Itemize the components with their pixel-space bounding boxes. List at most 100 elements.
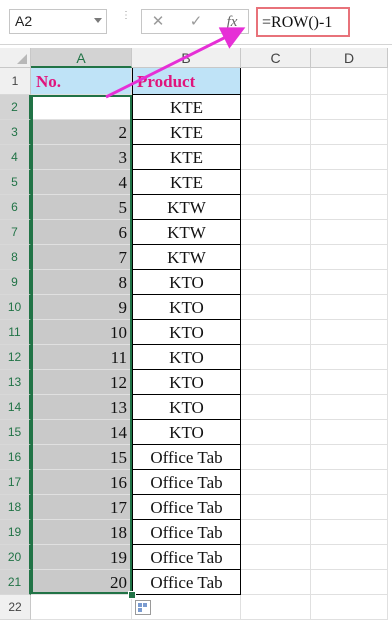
- drag-handle-icon[interactable]: ⋮: [121, 11, 131, 31]
- row-header-6[interactable]: 6: [0, 195, 31, 220]
- cell-d16[interactable]: [311, 445, 388, 470]
- row-header-12[interactable]: 12: [0, 345, 31, 370]
- cell-c1[interactable]: [241, 68, 311, 95]
- quick-analysis-button[interactable]: [135, 600, 151, 615]
- cell-b16[interactable]: Office Tab: [132, 445, 241, 470]
- cell-d7[interactable]: [311, 220, 388, 245]
- cell-d11[interactable]: [311, 320, 388, 345]
- cell-d5[interactable]: [311, 170, 388, 195]
- cell-a18[interactable]: 17: [31, 495, 132, 520]
- cell-b8[interactable]: KTW: [132, 245, 241, 270]
- cell-a8[interactable]: 7: [31, 245, 132, 270]
- cancel-icon[interactable]: ✕: [144, 11, 172, 33]
- cell-a22[interactable]: [31, 595, 132, 620]
- cell-b19[interactable]: Office Tab: [132, 520, 241, 545]
- row-header-7[interactable]: 7: [0, 220, 31, 245]
- cell-d3[interactable]: [311, 120, 388, 145]
- column-header-d[interactable]: D: [311, 48, 388, 68]
- cell-b5[interactable]: KTE: [132, 170, 241, 195]
- cell-d18[interactable]: [311, 495, 388, 520]
- cell-c10[interactable]: [241, 295, 311, 320]
- cell-b1[interactable]: Product: [132, 68, 241, 95]
- row-header-1[interactable]: 1: [0, 68, 31, 95]
- row-header-9[interactable]: 9: [0, 270, 31, 295]
- cell-c5[interactable]: [241, 170, 311, 195]
- cell-b17[interactable]: Office Tab: [132, 470, 241, 495]
- formula-input[interactable]: =ROW()-1: [256, 7, 350, 37]
- cell-d8[interactable]: [311, 245, 388, 270]
- cell-c2[interactable]: [241, 95, 311, 120]
- row-header-14[interactable]: 14: [0, 395, 31, 420]
- cell-b20[interactable]: Office Tab: [132, 545, 241, 570]
- cell-d14[interactable]: [311, 395, 388, 420]
- cell-b10[interactable]: KTO: [132, 295, 241, 320]
- cell-c4[interactable]: [241, 145, 311, 170]
- cell-c20[interactable]: [241, 545, 311, 570]
- cell-b3[interactable]: KTE: [132, 120, 241, 145]
- cell-c19[interactable]: [241, 520, 311, 545]
- cell-d6[interactable]: [311, 195, 388, 220]
- row-header-13[interactable]: 13: [0, 370, 31, 395]
- cell-a5[interactable]: 4: [31, 170, 132, 195]
- cell-a13[interactable]: 12: [31, 370, 132, 395]
- cell-d21[interactable]: [311, 570, 388, 595]
- cell-d22[interactable]: [311, 595, 388, 620]
- cell-b15[interactable]: KTO: [132, 420, 241, 445]
- enter-icon[interactable]: ✓: [182, 11, 210, 33]
- cell-c16[interactable]: [241, 445, 311, 470]
- cell-d10[interactable]: [311, 295, 388, 320]
- cell-c18[interactable]: [241, 495, 311, 520]
- cell-a12[interactable]: 11: [31, 345, 132, 370]
- cell-d20[interactable]: [311, 545, 388, 570]
- cell-a11[interactable]: 10: [31, 320, 132, 345]
- cell-c22[interactable]: [241, 595, 311, 620]
- cell-d13[interactable]: [311, 370, 388, 395]
- cell-a20[interactable]: 19: [31, 545, 132, 570]
- cell-a9[interactable]: 8: [31, 270, 132, 295]
- cell-b12[interactable]: KTO: [132, 345, 241, 370]
- cell-c13[interactable]: [241, 370, 311, 395]
- row-header-21[interactable]: 21: [0, 570, 31, 595]
- row-header-17[interactable]: 17: [0, 470, 31, 495]
- cell-a17[interactable]: 16: [31, 470, 132, 495]
- row-header-10[interactable]: 10: [0, 295, 31, 320]
- cell-b7[interactable]: KTW: [132, 220, 241, 245]
- insert-function-icon[interactable]: fx: [218, 11, 246, 33]
- cell-a7[interactable]: 6: [31, 220, 132, 245]
- row-header-3[interactable]: 3: [0, 120, 31, 145]
- row-header-20[interactable]: 20: [0, 545, 31, 570]
- cell-c6[interactable]: [241, 195, 311, 220]
- cell-a1[interactable]: No.: [31, 68, 132, 95]
- select-all-button[interactable]: [0, 48, 31, 68]
- cell-c7[interactable]: [241, 220, 311, 245]
- row-header-5[interactable]: 5: [0, 170, 31, 195]
- row-header-19[interactable]: 19: [0, 520, 31, 545]
- cell-d17[interactable]: [311, 470, 388, 495]
- cell-d4[interactable]: [311, 145, 388, 170]
- cell-b9[interactable]: KTO: [132, 270, 241, 295]
- cell-a19[interactable]: 18: [31, 520, 132, 545]
- row-header-18[interactable]: 18: [0, 495, 31, 520]
- cell-a4[interactable]: 3: [31, 145, 132, 170]
- column-header-b[interactable]: B: [132, 48, 241, 68]
- cell-c9[interactable]: [241, 270, 311, 295]
- row-header-4[interactable]: 4: [0, 145, 31, 170]
- cell-d9[interactable]: [311, 270, 388, 295]
- cell-b21[interactable]: Office Tab: [132, 570, 241, 595]
- cell-d1[interactable]: [311, 68, 388, 95]
- column-header-c[interactable]: C: [241, 48, 311, 68]
- fill-handle[interactable]: [128, 591, 136, 599]
- cell-b14[interactable]: KTO: [132, 395, 241, 420]
- cell-c21[interactable]: [241, 570, 311, 595]
- cell-c12[interactable]: [241, 345, 311, 370]
- cell-a16[interactable]: 15: [31, 445, 132, 470]
- cell-d12[interactable]: [311, 345, 388, 370]
- cell-a6[interactable]: 5: [31, 195, 132, 220]
- cell-b11[interactable]: KTO: [132, 320, 241, 345]
- name-box[interactable]: A2: [9, 9, 107, 34]
- chevron-down-icon[interactable]: [94, 18, 102, 23]
- cell-a3[interactable]: 2: [31, 120, 132, 145]
- cell-a14[interactable]: 13: [31, 395, 132, 420]
- cell-b6[interactable]: KTW: [132, 195, 241, 220]
- column-header-a[interactable]: A: [31, 48, 132, 68]
